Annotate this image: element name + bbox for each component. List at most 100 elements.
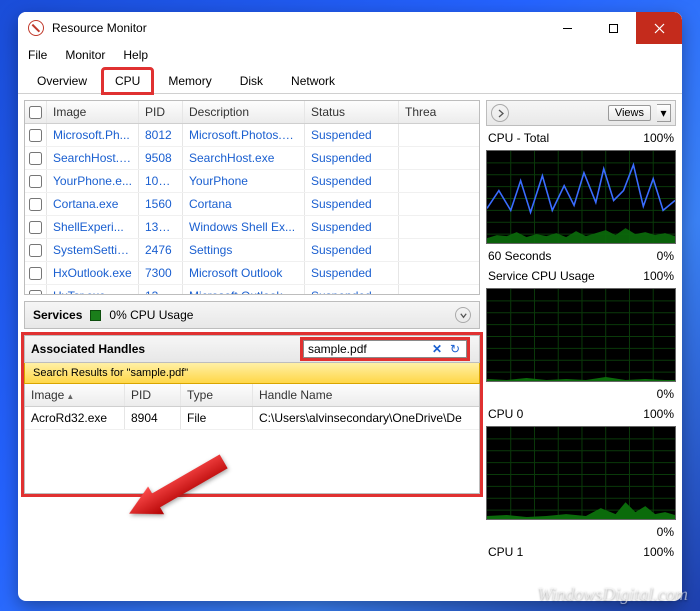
cell-pid: 13836	[139, 285, 183, 294]
tab-memory[interactable]: Memory	[155, 68, 224, 94]
table-row[interactable]: HxTsr.exe13836Microsoft Outlook...Suspen…	[25, 285, 479, 294]
cell-status: Suspended	[305, 239, 399, 261]
graphs-sidebar: Views ▾ CPU - Total 100% 60 Seconds 0% Ser…	[486, 100, 676, 595]
cell-image: SearchHost.e...	[47, 147, 139, 169]
tabs: Overview CPU Memory Disk Network	[18, 68, 682, 94]
graph-cpu0	[486, 426, 676, 520]
process-table: Image PID Description Status Threa Micro…	[24, 100, 480, 295]
graph-service-cpu	[486, 288, 676, 382]
cell-pid: 2476	[139, 239, 183, 261]
cell-desc: Cortana	[183, 193, 305, 215]
row-checkbox[interactable]	[29, 267, 42, 280]
row-checkbox[interactable]	[29, 244, 42, 257]
cell-desc: Microsoft.Photos.e...	[183, 124, 305, 146]
resource-monitor-window: Resource Monitor File Monitor Help Overv…	[18, 12, 682, 601]
cell-pid: 8012	[139, 124, 183, 146]
graph1-footR: 0%	[657, 249, 674, 263]
views-dropdown-icon[interactable]: ▾	[657, 104, 671, 122]
assoc-row-image[interactable]: AcroRd32.exe	[25, 407, 125, 429]
handle-search-box: ✕ ↻	[303, 340, 467, 358]
row-checkbox[interactable]	[29, 198, 42, 211]
associated-handles-panel: Associated Handles ✕ ↻ Search Results fo…	[24, 335, 480, 494]
assoc-col-type[interactable]: Type	[181, 384, 253, 406]
titlebar: Resource Monitor	[18, 12, 682, 44]
handle-search-input[interactable]	[308, 342, 426, 356]
menu-file[interactable]: File	[28, 48, 47, 62]
services-panel-header[interactable]: Services 0% CPU Usage	[24, 301, 480, 329]
cell-status: Suspended	[305, 193, 399, 215]
col-image[interactable]: Image	[47, 101, 139, 123]
table-row[interactable]: HxOutlook.exe7300Microsoft OutlookSuspen…	[25, 262, 479, 285]
cell-status: Suspended	[305, 285, 399, 294]
tab-disk[interactable]: Disk	[227, 68, 276, 94]
graph3-title: CPU 0	[488, 407, 523, 421]
tab-network[interactable]: Network	[278, 68, 348, 94]
table-row[interactable]: SearchHost.e...9508SearchHost.exeSuspend…	[25, 147, 479, 170]
graph3-max: 100%	[643, 407, 674, 421]
cell-pid: 13104	[139, 216, 183, 238]
clear-search-icon[interactable]: ✕	[430, 342, 444, 356]
assoc-col-handle[interactable]: Handle Name	[253, 384, 479, 406]
cell-desc: Windows Shell Ex...	[183, 216, 305, 238]
row-checkbox[interactable]	[29, 221, 42, 234]
expand-services-icon[interactable]	[455, 307, 471, 323]
row-checkbox[interactable]	[29, 152, 42, 165]
cell-desc: SearchHost.exe	[183, 147, 305, 169]
cell-image: ShellExperi...	[47, 216, 139, 238]
cpu-usage-indicator-icon	[90, 310, 101, 321]
graph1-title: CPU - Total	[488, 131, 549, 145]
graph2-footR: 0%	[657, 387, 674, 401]
search-results-banner: Search Results for "sample.pdf"	[24, 363, 480, 384]
graph1-max: 100%	[643, 131, 674, 145]
table-row[interactable]: Cortana.exe1560CortanaSuspended	[25, 193, 479, 216]
app-icon	[28, 20, 44, 36]
cell-status: Suspended	[305, 216, 399, 238]
menu-monitor[interactable]: Monitor	[65, 48, 105, 62]
refresh-search-icon[interactable]: ↻	[448, 342, 462, 356]
table-row[interactable]: SystemSettin...2476SettingsSuspended	[25, 239, 479, 262]
cell-image: HxTsr.exe	[47, 285, 139, 294]
graphs-nav-icon[interactable]	[491, 104, 509, 122]
assoc-title: Associated Handles	[31, 342, 145, 356]
row-checkbox[interactable]	[29, 290, 42, 295]
tab-overview[interactable]: Overview	[24, 68, 100, 94]
menu-help[interactable]: Help	[123, 48, 148, 62]
col-description[interactable]: Description	[183, 101, 305, 123]
assoc-col-pid[interactable]: PID	[125, 384, 181, 406]
table-row[interactable]: Microsoft.Ph...8012Microsoft.Photos.e...…	[25, 124, 479, 147]
graph4-title: CPU 1	[488, 545, 523, 559]
select-all-checkbox[interactable]	[29, 106, 42, 119]
cell-image: YourPhone.e...	[47, 170, 139, 192]
cell-status: Suspended	[305, 170, 399, 192]
col-pid[interactable]: PID	[139, 101, 183, 123]
tab-cpu[interactable]: CPU	[102, 68, 153, 94]
minimize-button[interactable]	[544, 12, 590, 44]
views-button[interactable]: Views	[608, 105, 651, 121]
cell-desc: Microsoft Outlook...	[183, 285, 305, 294]
close-button[interactable]	[636, 12, 682, 44]
assoc-row-pid: 8904	[125, 407, 181, 429]
graph1-footL: 60 Seconds	[488, 249, 551, 263]
maximize-button[interactable]	[590, 12, 636, 44]
assoc-col-image[interactable]: Image▲	[25, 384, 125, 406]
assoc-row-type: File	[181, 407, 253, 429]
table-row[interactable]: YourPhone.e...10232YourPhoneSuspended	[25, 170, 479, 193]
col-threads[interactable]: Threa	[399, 101, 479, 123]
cell-pid: 10232	[139, 170, 183, 192]
row-checkbox[interactable]	[29, 129, 42, 142]
cell-image: Cortana.exe	[47, 193, 139, 215]
cell-image: Microsoft.Ph...	[47, 124, 139, 146]
cell-image: HxOutlook.exe	[47, 262, 139, 284]
col-status[interactable]: Status	[305, 101, 399, 123]
cell-desc: YourPhone	[183, 170, 305, 192]
cell-pid: 7300	[139, 262, 183, 284]
cell-desc: Microsoft Outlook	[183, 262, 305, 284]
cell-status: Suspended	[305, 262, 399, 284]
graph2-title: Service CPU Usage	[488, 269, 595, 283]
graph2-max: 100%	[643, 269, 674, 283]
graph-cpu-total	[486, 150, 676, 244]
table-row[interactable]: ShellExperi...13104Windows Shell Ex...Su…	[25, 216, 479, 239]
cell-desc: Settings	[183, 239, 305, 261]
row-checkbox[interactable]	[29, 175, 42, 188]
graph4-max: 100%	[643, 545, 674, 559]
